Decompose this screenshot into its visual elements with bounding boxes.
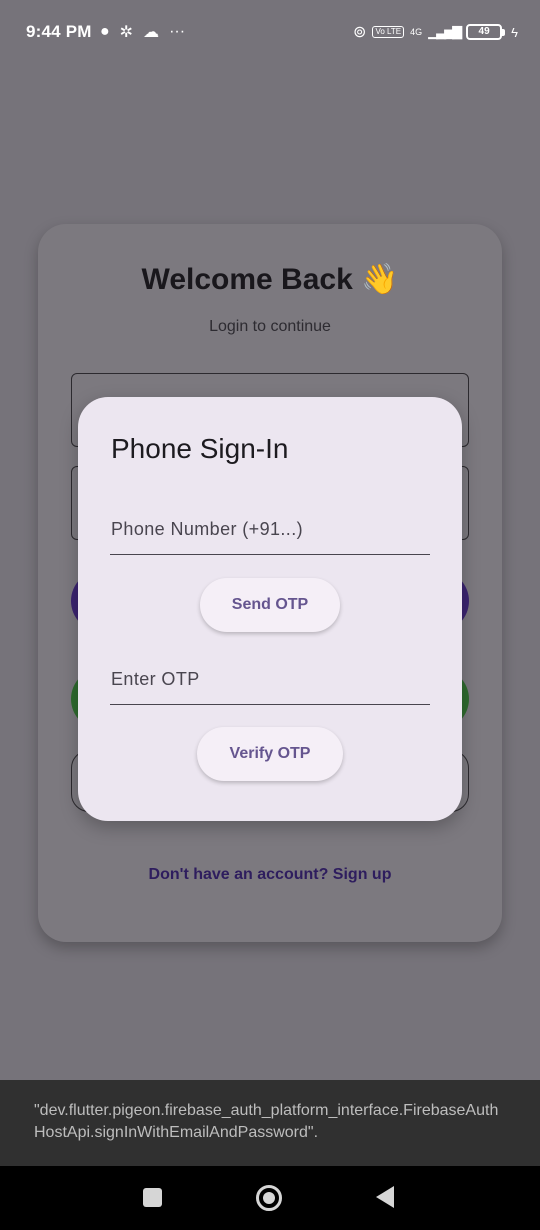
login-subtitle: Login to continue (209, 318, 331, 335)
status-right-icons: ⊚ Vo LTE 4G ▁▃▅▇ 49 ϟ (353, 22, 518, 42)
battery-icon: 49 (466, 24, 506, 40)
network-type-label: 4G (410, 27, 423, 37)
cloud-icon: ☁ (143, 24, 160, 41)
home-circle-icon[interactable] (256, 1185, 282, 1211)
battery-level-text: 49 (478, 26, 490, 37)
status-left-icons: ● ✲ ☁ ··· (100, 22, 185, 42)
recents-square-icon[interactable] (143, 1188, 162, 1207)
dialog-title: Phone Sign-In (111, 433, 289, 464)
navigation-bar (0, 1166, 540, 1230)
toast-text: "dev.flutter.pigeon.firebase_auth_platfo… (34, 1102, 499, 1141)
hotspot-icon: ⊚ (353, 24, 367, 41)
send-otp-button[interactable]: Send OTP (200, 578, 340, 632)
phone-signin-dialog: Phone Sign-In Send OTP Verify OTP (78, 397, 462, 821)
phone-number-input[interactable] (110, 505, 430, 555)
volte-badge: Vo LTE (372, 26, 405, 38)
more-dots-icon: ··· (169, 23, 186, 40)
login-title: Welcome Back 👋 (141, 263, 399, 296)
verify-otp-button[interactable]: Verify OTP (197, 727, 343, 781)
otp-input[interactable] (110, 655, 430, 705)
status-bar: 9:44 PM ● ✲ ☁ ··· ⊚ Vo LTE 4G ▁▃▅▇ 49 ϟ (0, 0, 540, 64)
settings-gear-icon: ✲ (119, 24, 134, 41)
back-triangle-icon[interactable] (376, 1186, 394, 1208)
toast-message: "dev.flutter.pigeon.firebase_auth_platfo… (0, 1080, 540, 1166)
signal-strength-icon: ▁▃▅▇ (428, 24, 462, 39)
charging-bolt-icon: ϟ (511, 24, 518, 40)
status-time: 9:44 PM (26, 22, 92, 41)
signup-link[interactable]: Don't have an account? Sign up (0, 866, 540, 884)
chat-bubble-icon: ● (100, 23, 110, 40)
